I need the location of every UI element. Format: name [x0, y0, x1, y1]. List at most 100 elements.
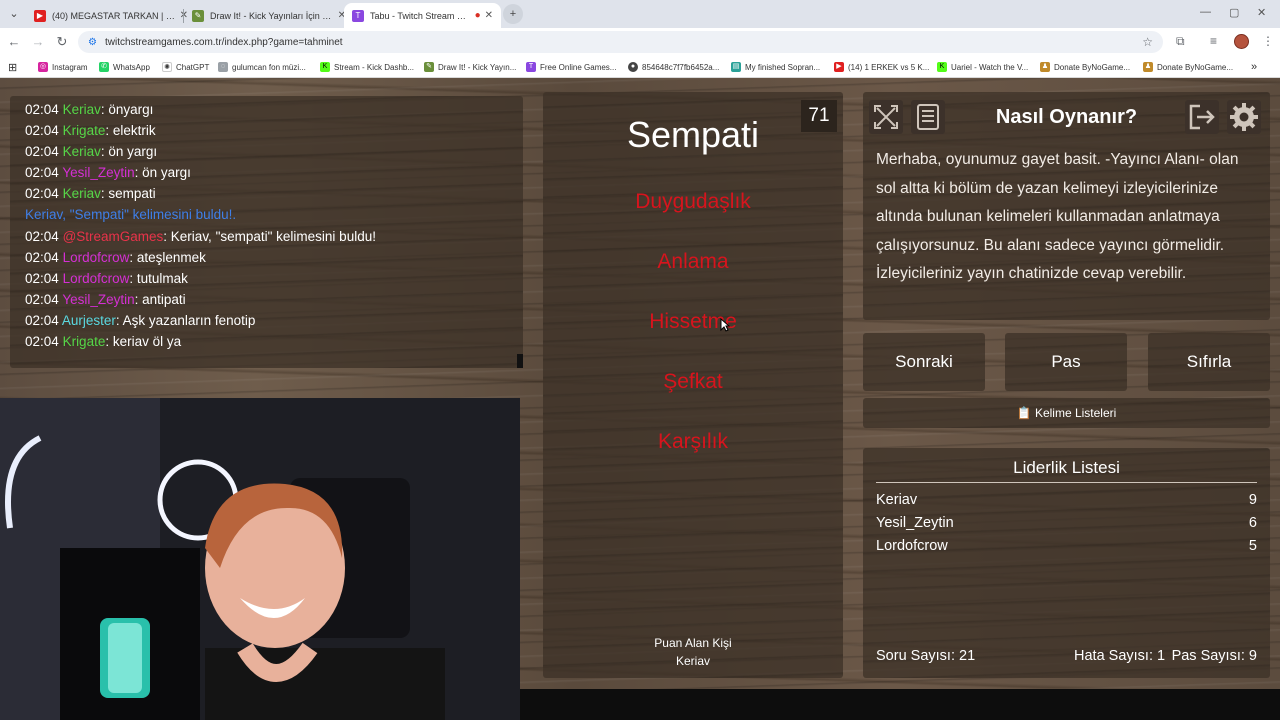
reading-list-icon[interactable]: ≡ [1210, 34, 1217, 48]
chat-username[interactable]: Yesil_Zeytin [62, 292, 134, 307]
profile-avatar[interactable] [1234, 34, 1249, 49]
chat-message-text: : sempati [100, 186, 156, 202]
chat-username[interactable]: Keriav, [25, 207, 70, 222]
game-page: 02:04 Keriav: önyargı 02:04 Krigate: elek… [0, 78, 1280, 720]
bookmark-hash[interactable]: ● 854648c7f7fb6452a... [628, 59, 719, 75]
bookmark-gulumcan[interactable]: ◌ gulumcan fon müzi... [218, 59, 306, 75]
new-tab-button[interactable]: + [503, 4, 523, 24]
address-bar[interactable]: ⚙ twitchstreamgames.com.tr/index.php?gam… [78, 31, 1163, 53]
exit-button[interactable] [1185, 100, 1219, 134]
chat-message-text: : Keriav, "sempati" kelimesini buldu! [163, 228, 376, 244]
how-to-play-text: Merhaba, oyunumuz gayet basit. -Yayıncı … [876, 151, 1239, 282]
drawit-icon: ✎ [424, 62, 434, 72]
bookmark-star-icon[interactable]: ☆ [1142, 35, 1153, 49]
streamer-webcam-image [0, 398, 520, 720]
site-info-icon[interactable]: ⚙ [88, 37, 97, 48]
chat-username[interactable]: Keriav [63, 102, 101, 117]
tab-title: Draw It! - Kick Yayınları İçin Çiz [210, 10, 334, 21]
leaderboard-divider [876, 482, 1257, 483]
chat-timestamp: 02:04 [25, 144, 59, 160]
close-window-icon[interactable]: ✕ [1257, 6, 1266, 19]
chat-username[interactable]: Lordofcrow [63, 271, 130, 286]
chat-message-text: : ön yargı [134, 165, 191, 181]
chat-message-text: : Aşk yazanların fenotip [115, 312, 256, 328]
chat-message: 02:04 Yesil_Zeytin: ön yargı [25, 162, 523, 183]
chat-message: 02:04 Lordofcrow: ateşlenmek [25, 247, 523, 268]
forbidden-word: Anlama [657, 250, 729, 273]
chat-timestamp: 02:04 [25, 270, 59, 286]
bynogame-icon: ♟ [1040, 62, 1050, 72]
chat-username[interactable]: Krigate [63, 334, 106, 349]
bookmark-instagram[interactable]: ◎ Instagram [38, 59, 88, 75]
minimize-window-icon[interactable]: — [1200, 6, 1211, 18]
settings-button[interactable] [1227, 100, 1261, 134]
chat-timestamp: 02:04 [25, 291, 59, 307]
globe-icon: ◌ [218, 62, 228, 72]
bookmark-chatgpt[interactable]: ✺ ChatGPT [162, 59, 209, 75]
bookmark-uariel[interactable]: K Uariel - Watch the V... [937, 59, 1028, 75]
close-tab-icon[interactable]: ✕ [485, 10, 493, 21]
tab-search-chevron-icon[interactable]: ⌄ [4, 4, 24, 24]
chat-message-text: : ön yargı [100, 144, 158, 160]
browser-tab-tabu[interactable]: T Tabu - Twitch Stream Game ● ✕ [344, 3, 501, 28]
reset-button[interactable]: Sıfırla [1148, 333, 1270, 391]
back-arrow-icon[interactable]: ← [4, 32, 24, 52]
bookmarks-bar: ⊞ ◎ Instagram ✆ WhatsApp ✺ ChatGPT ◌ gulumca… [0, 56, 1280, 78]
chat-message-text: : tutulmak [129, 270, 188, 286]
bookmark-free-games[interactable]: T Free Online Games... [526, 59, 616, 75]
maximize-window-icon[interactable]: ▢ [1229, 6, 1239, 19]
pass-button[interactable]: Pas [1005, 333, 1127, 391]
chat-message-text: : keriav öl ya [105, 334, 182, 350]
bookmark-label: My finished Sopran... [745, 62, 821, 72]
chat-username[interactable]: Yesil_Zeytin [62, 165, 134, 180]
youtube-favicon-icon: ▶ [34, 9, 46, 22]
browser-tab-drawit[interactable]: ✎ Draw It! - Kick Yayınları İçin Çiz ✕ [184, 3, 354, 28]
chat-message: 02:04 Krigate: elektrik [25, 120, 523, 141]
chat-timestamp: 02:04 [25, 186, 59, 202]
document-icon: ▤ [731, 62, 741, 72]
recording-dot-icon: ● [474, 10, 481, 21]
leaderboard-row: Keriav 9 [876, 492, 1257, 514]
bookmark-label: WhatsApp [113, 62, 150, 72]
chat-message-text: : elektrik [105, 123, 156, 139]
chatgpt-icon: ✺ [162, 62, 172, 72]
chat-username[interactable]: @StreamGames [63, 229, 164, 244]
next-button[interactable]: Sonraki [863, 333, 985, 391]
leaderboard-panel: Liderlik Listesi Keriav 9 Yesil_Zeytin 6… [863, 448, 1270, 678]
player-score: 6 [1248, 515, 1257, 531]
bookmark-whatsapp[interactable]: ✆ WhatsApp [99, 59, 150, 75]
instagram-icon: ◎ [38, 62, 48, 72]
more-bookmarks-icon[interactable]: » [1251, 59, 1257, 75]
forward-arrow-icon[interactable]: → [28, 32, 48, 52]
chat-username[interactable]: Keriav [63, 144, 101, 159]
word-lists-button[interactable]: 📋 Kelime Listeleri [863, 398, 1270, 428]
chat-timestamp: 02:04 [25, 249, 59, 265]
chat-timestamp: 02:04 [25, 312, 59, 328]
chat-message-text: : ateşlenmek [129, 249, 206, 265]
browser-menu-icon[interactable]: ⋮ [1262, 34, 1274, 48]
chat-timestamp: 02:04 [25, 123, 59, 139]
browser-tab-bar: ⌄ ▶ (40) MEGASTAR TARKAN | Bölü ✕ ✎ Draw… [0, 0, 1280, 28]
chat-username[interactable]: Krigate [63, 123, 106, 138]
extensions-puzzle-icon[interactable]: ⧉ [1176, 34, 1185, 49]
bookmark-kick-dashboard[interactable]: K Stream - Kick Dashb... [320, 59, 414, 75]
bookmark-donate-1[interactable]: ♟ Donate ByNoGame... [1040, 59, 1130, 75]
forbidden-word: Şefkat [663, 370, 723, 393]
chat-username[interactable]: Lordofcrow [63, 250, 130, 265]
pass-count: Pas Sayısı: 9 [1171, 648, 1257, 664]
browser-tab-youtube[interactable]: ▶ (40) MEGASTAR TARKAN | Bölü ✕ [26, 3, 196, 28]
chat-username[interactable]: Aurjester [62, 313, 116, 328]
bookmark-label: Instagram [52, 62, 88, 72]
player-score: 5 [1248, 538, 1257, 554]
bookmark-youtube-erkek[interactable]: ▶ (14) 1 ERKEK vs 5 K... [834, 59, 929, 75]
chat-username[interactable]: Keriav [63, 186, 101, 201]
bookmark-soprano[interactable]: ▤ My finished Sopran... [731, 59, 820, 75]
player-name: Lordofcrow [876, 538, 948, 554]
apps-grid-icon[interactable]: ⊞ [8, 59, 17, 75]
chat-scrollbar[interactable] [517, 354, 523, 368]
bookmark-donate-2[interactable]: ♟ Donate ByNoGame... [1143, 59, 1233, 75]
reload-icon[interactable]: ↻ [52, 32, 72, 52]
bookmark-drawit[interactable]: ✎ Draw It! - Kick Yayın... [424, 59, 516, 75]
bookmark-label: Donate ByNoGame... [1054, 62, 1131, 72]
chat-message: 02:04 Krigate: keriav öl ya [25, 331, 523, 352]
